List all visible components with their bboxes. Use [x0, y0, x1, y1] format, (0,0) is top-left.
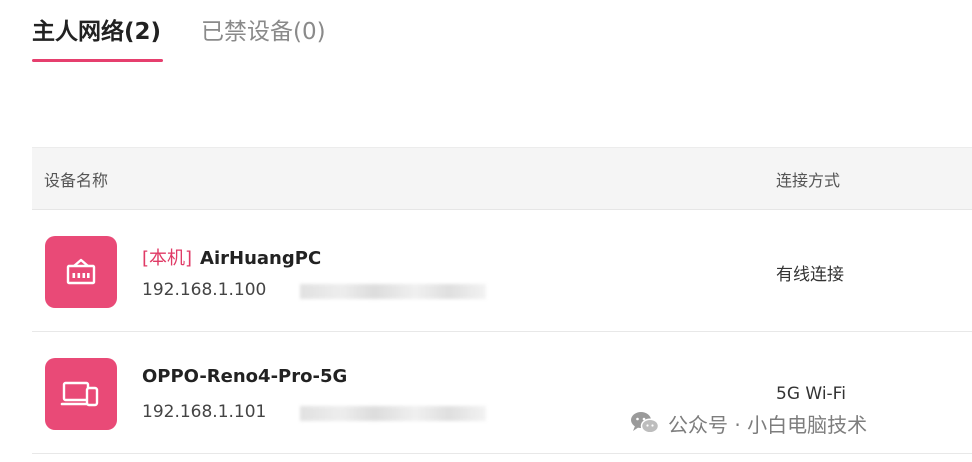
watermark-text: 公众号 · 小白电脑技术 — [668, 412, 868, 437]
column-header-connection: 连接方式 — [776, 171, 841, 190]
tab-main-network[interactable]: 主人网络(2) — [32, 14, 161, 50]
table-header: 设备名称 连接方式 — [32, 147, 972, 210]
devices-icon — [45, 358, 117, 430]
table-row[interactable]: [本机] AirHuangPC 192.168.1.100 有线连接 — [32, 210, 972, 332]
ethernet-port-icon — [45, 236, 117, 308]
connection-type: 5G Wi-Fi — [776, 384, 846, 404]
device-name-text: AirHuangPC — [200, 248, 322, 269]
redacted-mac-address — [300, 406, 486, 421]
redacted-mac-address — [300, 284, 486, 299]
active-tab-indicator — [32, 59, 163, 62]
device-ip: 192.168.1.101 — [142, 402, 267, 422]
connection-type: 有线连接 — [776, 265, 844, 285]
column-header-device-name: 设备名称 — [44, 171, 109, 190]
device-name: OPPO-Reno4-Pro-5G — [142, 366, 348, 387]
this-device-tag: [本机] — [142, 248, 193, 269]
tab-blocked-devices[interactable]: 已禁设备(0) — [201, 14, 326, 50]
watermark: 公众号 · 小白电脑技术 — [630, 407, 867, 439]
device-ip: 192.168.1.100 — [142, 280, 267, 300]
device-name: [本机] AirHuangPC — [142, 244, 321, 270]
wechat-icon — [631, 412, 660, 434]
